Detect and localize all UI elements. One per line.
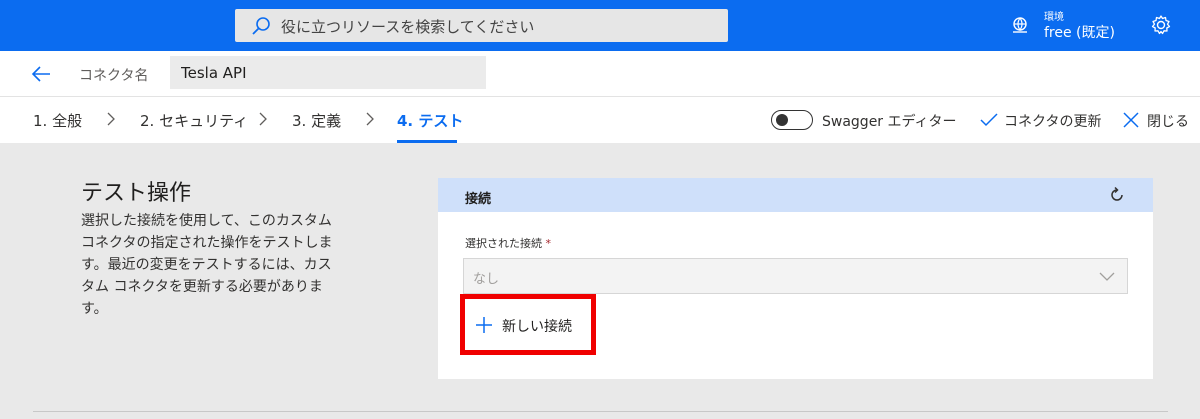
plus-icon [476,317,492,333]
tab-security[interactable]: 2. セキュリティ [140,110,248,131]
active-tab-indicator [397,140,457,143]
update-connector-button[interactable]: コネクタの更新 [1004,111,1101,131]
chevron-right-icon [366,112,374,126]
chevron-right-icon [259,112,267,126]
step-tabs: 1. 全般 2. セキュリティ 3. 定義 4. テスト Swagger エディ… [0,97,1200,143]
search-placeholder[interactable]: 役に立つリソースを検索してください [281,16,534,37]
connection-card-title: 接続 [465,192,492,207]
tab-test[interactable]: 4. テスト [397,110,463,131]
checkmark-icon[interactable] [980,111,998,129]
divider [33,411,1168,412]
connection-card-header: 接続 [438,178,1153,212]
top-header: 役に立つリソースを検索してください 環境 free (既定) [0,0,1200,51]
selected-connection-label-text: 選択された接続 [465,237,542,250]
connection-select[interactable]: なし [463,258,1128,294]
selected-connection-label: 選択された接続 * [465,235,551,251]
required-mark: * [545,237,552,250]
section-description: 選択した接続を使用して、このカスタム コネクタの指定された操作をテストします。最… [81,213,333,317]
toggle-knob [776,114,788,126]
chevron-right-icon [107,112,115,126]
swagger-editor-toggle[interactable] [771,110,813,130]
environment-value[interactable]: free (既定) [1044,22,1115,42]
connection-select-value: なし [473,272,500,287]
refresh-icon[interactable] [1108,186,1126,204]
connector-name-input[interactable] [170,56,486,89]
environment-label: 環境 [1044,12,1064,23]
search-icon [252,17,270,35]
connector-name-label: コネクタ名 [79,68,149,84]
back-arrow-icon[interactable] [31,64,51,84]
section-title: テスト操作 [81,181,192,206]
close-button[interactable]: 閉じる [1147,111,1189,131]
tab-general[interactable]: 1. 全般 [33,110,82,131]
gear-icon[interactable] [1150,14,1172,36]
environment-icon[interactable] [1010,15,1030,35]
new-connection-label: 新しい接続 [502,319,572,335]
search-box[interactable]: 役に立つリソースを検索してください [235,9,728,42]
chevron-down-icon [1099,272,1115,281]
close-icon[interactable] [1122,111,1140,129]
tab-definition[interactable]: 3. 定義 [292,110,341,131]
connector-name-bar: コネクタ名 [0,51,1200,97]
new-connection-button[interactable]: 新しい接続 [460,294,596,355]
swagger-editor-label[interactable]: Swagger エディター [822,111,957,131]
